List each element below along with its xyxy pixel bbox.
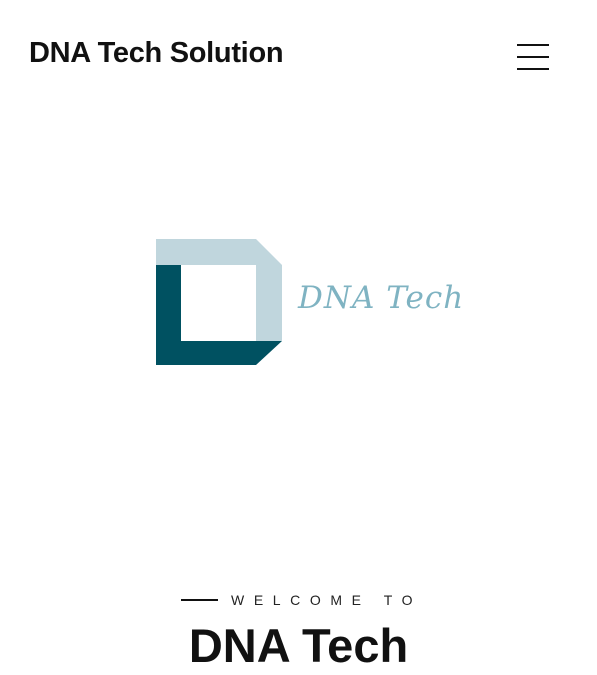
welcome-label: WELCOME TO	[231, 592, 423, 608]
logo-wordmark: DNA Tech	[298, 280, 465, 316]
hamburger-menu-icon	[517, 44, 549, 46]
welcome-label-row: WELCOME TO	[181, 590, 422, 610]
hamburger-menu-icon-bar	[517, 68, 549, 70]
menu-toggle-button[interactable]	[511, 38, 555, 76]
welcome-divider-line	[181, 599, 218, 601]
site-title-link[interactable]: DNA Tech Solution	[29, 36, 284, 70]
hamburger-menu-icon-bar	[517, 56, 549, 58]
site-header: DNA Tech Solution	[0, 0, 597, 110]
hero-logo: DNA Tech	[152, 234, 463, 370]
hero-heading: DNA Tech	[188, 619, 409, 672]
